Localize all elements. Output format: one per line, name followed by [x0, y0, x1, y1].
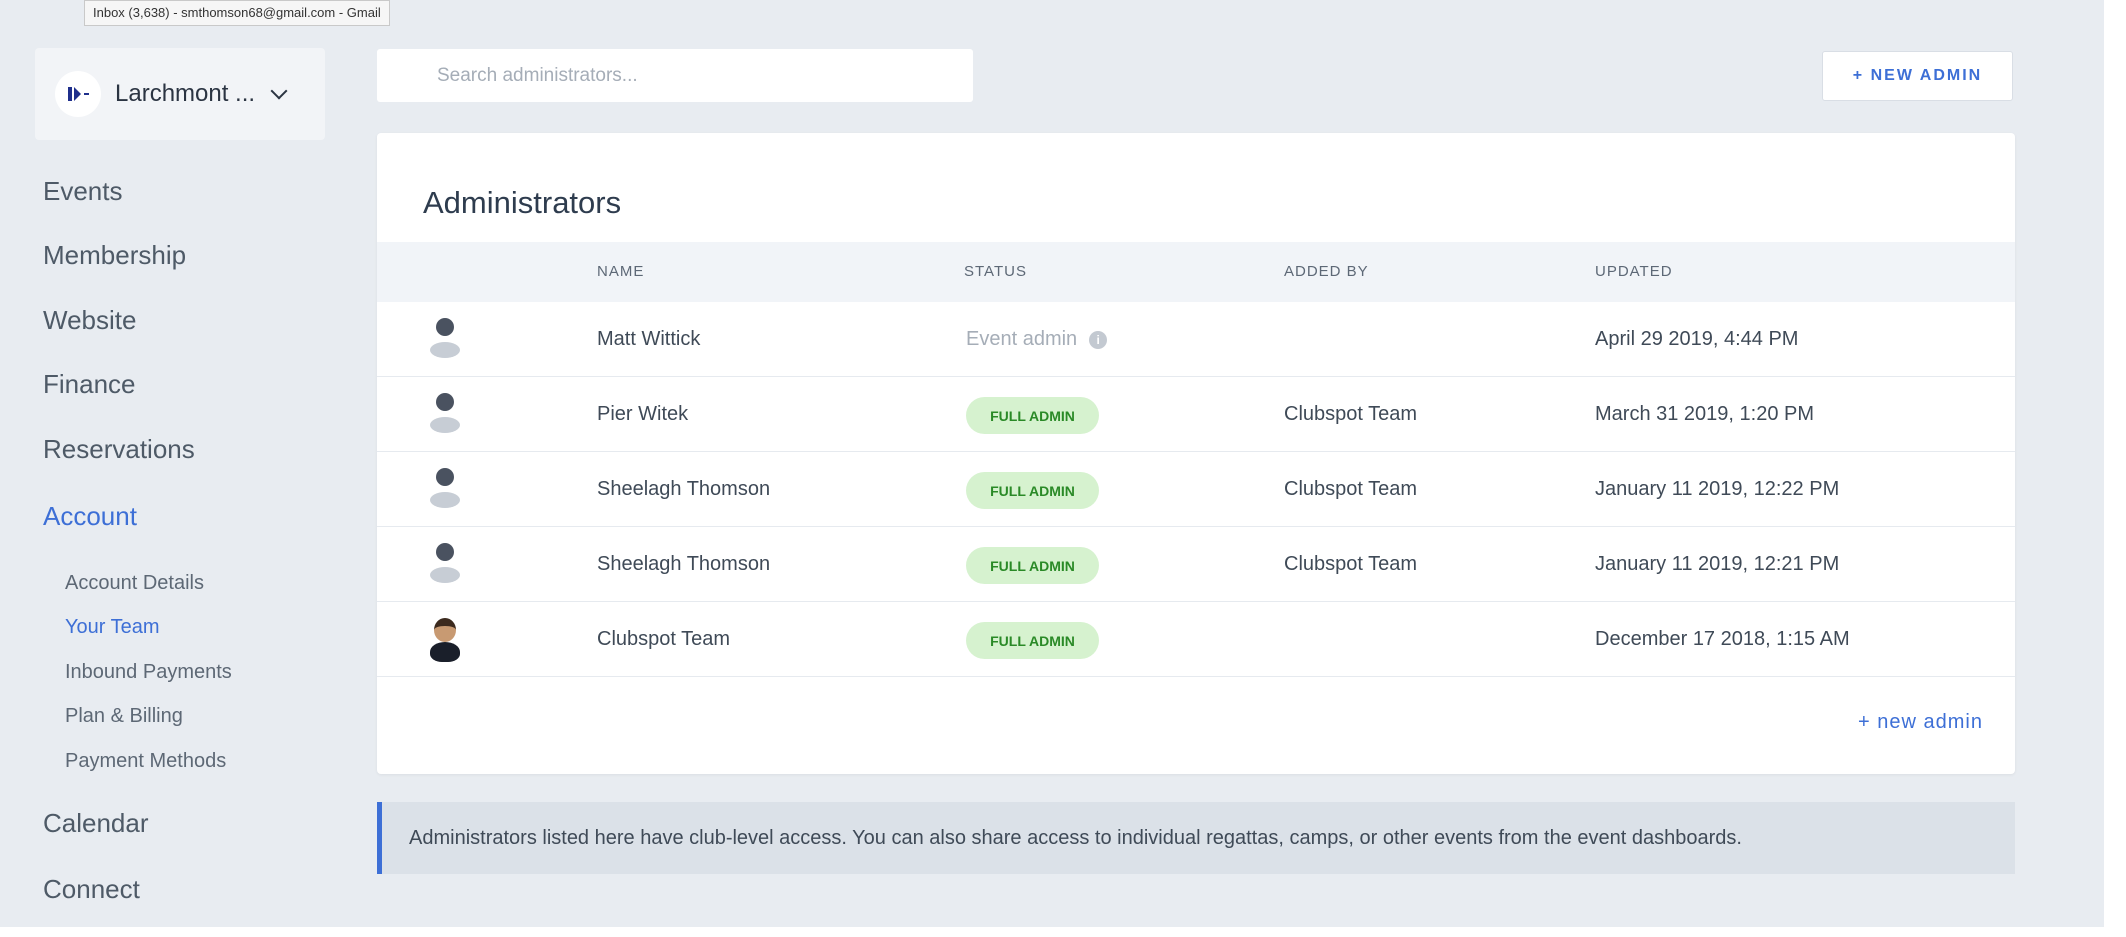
chevron-down-icon[interactable]	[270, 82, 288, 100]
sidebar-item-finance[interactable]: Finance	[43, 369, 136, 400]
admin-updated: January 11 2019, 12:22 PM	[1595, 478, 1840, 500]
admin-updated: December 17 2018, 1:15 AM	[1595, 628, 1850, 650]
sidebar-item-membership[interactable]: Membership	[43, 240, 186, 271]
browser-tab-tooltip: Inbox (3,638) - smthomson68@gmail.com - …	[84, 0, 390, 26]
status-badge: FULL ADMIN	[966, 472, 1099, 509]
club-name: Larchmont ...	[115, 80, 256, 107]
table-header: NAME STATUS ADDED BY UPDATED	[377, 242, 2015, 302]
table-row[interactable]: Clubspot Team FULL ADMIN December 17 201…	[377, 602, 2015, 677]
admin-updated: April 29 2019, 4:44 PM	[1595, 328, 1799, 350]
sidebar-subitem-your-team[interactable]: Your Team	[65, 616, 160, 639]
sidebar-subitem-account-details[interactable]: Account Details	[65, 572, 204, 595]
window-edge	[2104, 0, 2126, 937]
admin-added-by: Clubspot Team	[1284, 553, 1418, 575]
table-row[interactable]: Matt Wittick Event admin i April 29 2019,…	[377, 302, 2015, 377]
table-row[interactable]: Sheelagh Thomson FULL ADMIN Clubspot Tea…	[377, 452, 2015, 527]
sidebar-item-account[interactable]: Account	[43, 501, 137, 532]
sidebar-item-website[interactable]: Website	[43, 305, 136, 336]
sidebar-item-reservations[interactable]: Reservations	[43, 434, 195, 465]
column-header-status: STATUS	[964, 263, 1027, 280]
default-avatar-icon	[427, 468, 463, 512]
status-badge: FULL ADMIN	[966, 622, 1099, 659]
search-input[interactable]	[377, 49, 973, 102]
admin-name: Matt Wittick	[597, 328, 701, 350]
sidebar-item-calendar[interactable]: Calendar	[43, 808, 149, 839]
admin-added-by: Clubspot Team	[1284, 478, 1418, 500]
status-badge: FULL ADMIN	[966, 547, 1099, 584]
sidebar-subitem-plan-billing[interactable]: Plan & Billing	[65, 705, 183, 728]
sidebar-subitem-payment-methods[interactable]: Payment Methods	[65, 750, 226, 773]
default-avatar-icon	[427, 318, 463, 362]
club-switcher[interactable]: Larchmont ...	[35, 48, 325, 140]
column-header-added-by: ADDED BY	[1284, 263, 1369, 280]
column-header-name: NAME	[597, 263, 645, 280]
administrators-card: Administrators NAME STATUS ADDED BY UPDA…	[377, 133, 2015, 774]
default-avatar-icon	[427, 393, 463, 437]
sidebar-item-connect[interactable]: Connect	[43, 874, 140, 905]
window-edge-bottom	[0, 927, 2126, 937]
add-admin-link[interactable]: + new admin	[1858, 711, 1983, 734]
admin-name: Sheelagh Thomson	[597, 478, 771, 500]
sidebar-item-events[interactable]: Events	[43, 176, 123, 207]
admin-status-text: Event admin i	[966, 302, 1108, 377]
sidebar-subitem-inbound-payments[interactable]: Inbound Payments	[65, 661, 232, 684]
column-header-updated: UPDATED	[1595, 263, 1673, 280]
new-admin-button[interactable]: + NEW ADMIN	[1822, 51, 2013, 101]
admin-added-by: Clubspot Team	[1284, 403, 1418, 425]
table-row[interactable]: Pier Witek FULL ADMIN Clubspot Team Marc…	[377, 377, 2015, 452]
user-photo-avatar	[427, 618, 463, 662]
info-notice: Administrators listed here have club-lev…	[377, 802, 2015, 874]
page-title: Administrators	[423, 185, 622, 220]
admin-updated: January 11 2019, 12:21 PM	[1595, 553, 1840, 575]
admin-name: Pier Witek	[597, 403, 689, 425]
status-badge: FULL ADMIN	[966, 397, 1099, 434]
admin-name: Clubspot Team	[597, 628, 731, 650]
admin-updated: March 31 2019, 1:20 PM	[1595, 403, 1815, 425]
table-row[interactable]: Sheelagh Thomson FULL ADMIN Clubspot Tea…	[377, 527, 2015, 602]
club-logo-icon	[55, 71, 101, 117]
info-icon[interactable]: i	[1089, 330, 1108, 349]
default-avatar-icon	[427, 543, 463, 587]
admin-name: Sheelagh Thomson	[597, 553, 771, 575]
